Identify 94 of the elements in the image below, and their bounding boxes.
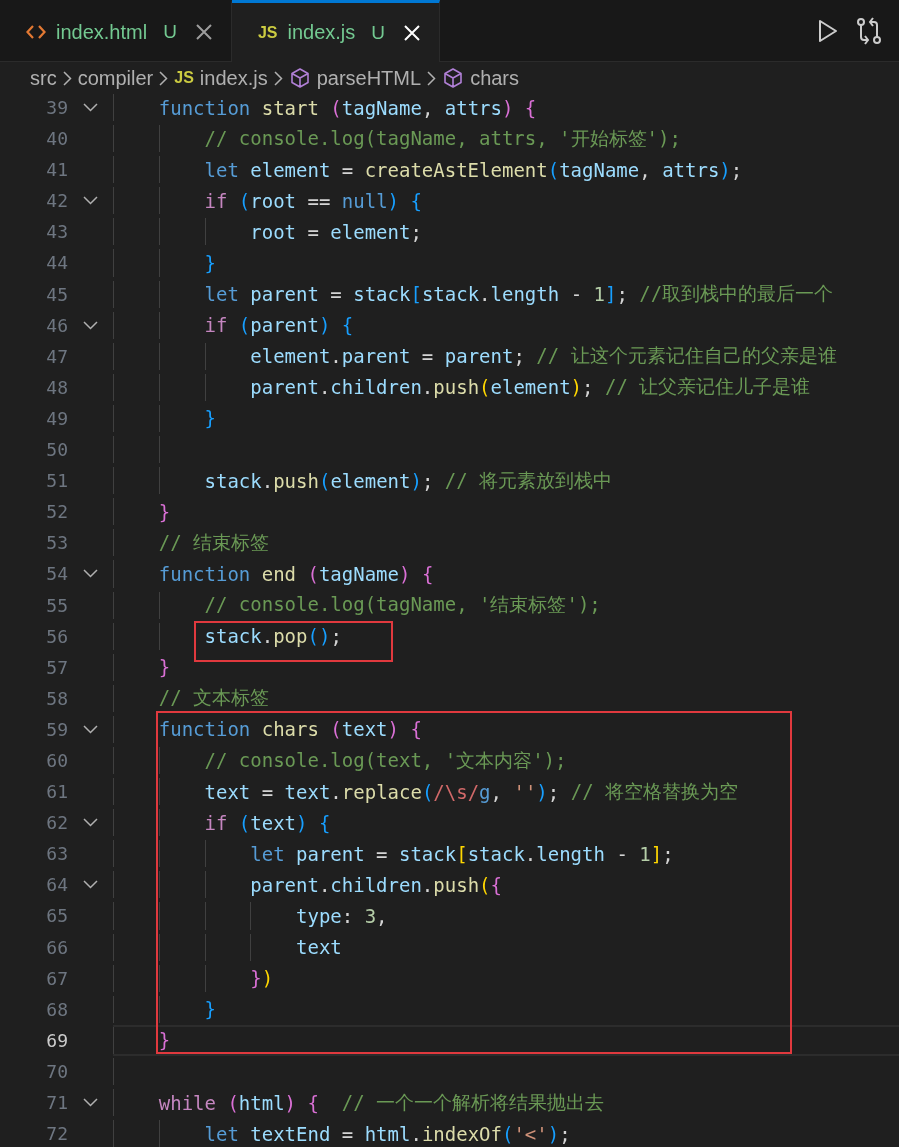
line-number: 47 — [45, 344, 68, 369]
chevron-right-icon — [159, 70, 169, 86]
breadcrumb-item[interactable]: compiler — [77, 66, 154, 90]
code-line: text = text.replace(/\s/g, ''); // 将空格替换为空 — [113, 778, 738, 806]
line-number: 65 — [45, 904, 68, 929]
line-number: 45 — [45, 282, 68, 307]
line-number: 67 — [45, 966, 68, 991]
cube-icon — [288, 67, 311, 89]
play-icon[interactable] — [817, 18, 839, 43]
code-line: function chars (text) { — [113, 715, 422, 743]
line-number: 46 — [45, 313, 68, 338]
code-line: } — [113, 498, 171, 526]
line-number: 66 — [45, 935, 68, 960]
code-line: } — [113, 404, 216, 433]
code-line: }) — [113, 964, 274, 992]
line-number: 48 — [45, 375, 68, 400]
code-line: element.parent = parent; // 让这个元素记住自己的父亲是谁 — [113, 342, 837, 370]
code-icon — [26, 24, 46, 40]
code-line: parent.children.push({ — [113, 871, 502, 899]
line-number: 50 — [45, 438, 68, 463]
git-status: U — [163, 21, 177, 43]
code-line: let element = createAstElement(tagName, attrs); — [113, 156, 743, 184]
code-line: if (parent) { — [113, 311, 354, 339]
line-number: 44 — [45, 251, 68, 276]
code-line: type: 3, — [113, 902, 388, 930]
chevron-right-icon — [62, 70, 72, 86]
line-number: 58 — [45, 686, 68, 711]
line-number: 64 — [45, 873, 68, 898]
code-line: function end (tagName) { — [113, 560, 434, 588]
code-line: while (html) { // 一个一个解析将结果抛出去 — [113, 1089, 605, 1117]
line-number: 72 — [45, 1122, 68, 1147]
chevron-down-icon[interactable] — [83, 569, 98, 579]
line-number: 62 — [45, 811, 68, 836]
code-line: root = element; — [113, 218, 422, 246]
code-line: } — [113, 249, 216, 277]
git-status: U — [371, 21, 385, 44]
chevron-right-icon — [273, 70, 283, 86]
code-line: let parent = stack[stack.length - 1]; — [113, 840, 674, 868]
line-number: 51 — [45, 469, 68, 494]
line-number: 55 — [45, 593, 68, 618]
line-number: 53 — [45, 531, 68, 556]
code-line: } — [113, 653, 171, 681]
js-icon: JS — [174, 69, 194, 87]
line-number: 57 — [45, 655, 68, 680]
line-number: 71 — [45, 1091, 68, 1115]
chevron-down-icon[interactable] — [83, 1098, 98, 1108]
breadcrumb-item[interactable]: src — [30, 66, 57, 90]
line-number: 52 — [45, 500, 68, 525]
code-line: let textEnd = html.indexOf('<'); — [113, 1120, 571, 1147]
code-line: let parent = stack[stack.length - 1]; //取到栈中的最后一个 — [113, 280, 834, 308]
chevron-down-icon[interactable] — [83, 320, 98, 330]
compare-icon[interactable] — [855, 16, 883, 45]
breadcrumb-item[interactable]: parseHTML — [316, 66, 422, 90]
line-number: 63 — [45, 842, 68, 867]
line-number: 61 — [45, 780, 68, 805]
line-number: 42 — [45, 189, 68, 214]
editor-tab[interactable]: JS index.js U — [231, 0, 440, 62]
line-number: 59 — [45, 717, 68, 742]
code-line: // 结束标签 — [113, 529, 270, 557]
code-line: } — [113, 1026, 171, 1054]
code-line: text — [113, 933, 342, 961]
line-number: 68 — [45, 997, 68, 1022]
close-icon[interactable] — [194, 23, 213, 41]
line-number: 40 — [45, 127, 68, 152]
line-number: 43 — [45, 220, 68, 245]
code-line: stack.pop(); — [113, 622, 342, 650]
breadcrumb-item[interactable]: index.js — [199, 66, 268, 90]
code-line: if (root == null) { — [113, 187, 422, 215]
line-number: 49 — [45, 406, 68, 431]
code-line: function start (tagName, attrs) { — [113, 94, 537, 122]
cube-icon — [442, 67, 465, 89]
line-number: 56 — [45, 624, 68, 649]
line-number: 41 — [45, 158, 68, 183]
chevron-down-icon[interactable] — [83, 818, 98, 828]
chevron-down-icon[interactable] — [83, 880, 98, 890]
code-line: // 文本标签 — [113, 684, 270, 712]
line-number: 54 — [45, 562, 68, 587]
line-number: 69 — [45, 1028, 68, 1053]
breadcrumb-item[interactable]: chars — [470, 66, 520, 90]
code-line: parent.children.push(element); // 让父亲记住儿子是谁 — [113, 373, 811, 401]
line-number: 60 — [45, 748, 68, 773]
code-line: stack.push(element); // 将元素放到栈中 — [113, 467, 613, 495]
code-line: // console.log(tagName, attrs, '开始标签'); — [113, 125, 681, 153]
chevron-down-icon[interactable] — [83, 103, 98, 113]
line-number: 39 — [45, 96, 68, 120]
js-icon: JS — [257, 23, 278, 42]
code-line: // console.log(text, '文本内容'); — [113, 746, 567, 775]
chevron-down-icon[interactable] — [83, 196, 98, 206]
code-line: } — [113, 995, 216, 1023]
chevron-down-icon[interactable] — [83, 724, 98, 734]
code-line: if (text) { — [113, 809, 331, 837]
chevron-right-icon — [427, 70, 437, 86]
code-line: // console.log(tagName, '结束标签'); — [113, 591, 601, 619]
line-number: 70 — [45, 1059, 68, 1084]
